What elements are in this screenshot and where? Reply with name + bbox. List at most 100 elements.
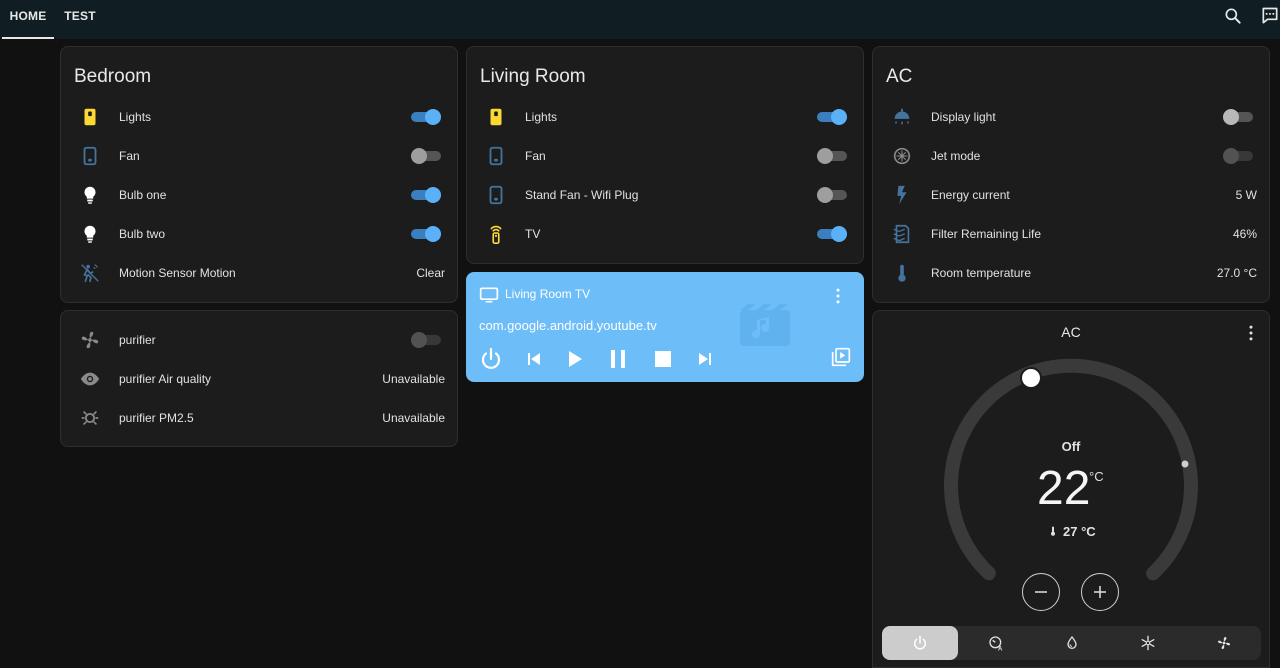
current-temperature-marker — [1181, 460, 1189, 468]
entity-name: purifier — [119, 333, 156, 347]
entity-row-purifier[interactable]: purifier — [73, 321, 445, 360]
entity-row-filter-life[interactable]: Filter Remaining Life 46% — [885, 215, 1257, 254]
card-title: Living Room — [480, 66, 586, 87]
card-title: Bedroom — [74, 66, 152, 87]
entity-row-tv[interactable]: TV — [479, 215, 851, 254]
entity-row-display-light[interactable]: Display light — [885, 98, 1257, 137]
decrease-temperature-button[interactable] — [1022, 573, 1060, 611]
media-player-title: Living Room TV — [505, 287, 591, 301]
toggle-switch[interactable] — [411, 226, 441, 242]
entity-row-stand-fan[interactable]: Stand Fan - Wifi Plug — [479, 176, 851, 215]
living-room-card: Living Room Lights Fan Stand Fan - Wifi … — [466, 46, 864, 264]
hvac-mode-bar: A — [882, 626, 1261, 660]
entity-row-bedroom-fan[interactable]: Fan — [73, 137, 445, 176]
motion-sensor-icon — [81, 264, 99, 283]
target-temperature: 22 — [1037, 462, 1091, 515]
more-options-icon[interactable] — [828, 286, 848, 306]
entity-name: purifier PM2.5 — [119, 411, 194, 425]
dry-icon — [1067, 635, 1077, 649]
media-player-card[interactable]: Living Room TV com.google.android.youtub… — [466, 272, 864, 382]
cool-icon — [1141, 635, 1155, 651]
entity-row-room-temperature[interactable]: Room temperature 27.0 °C — [885, 254, 1257, 293]
target-temperature-handle — [1020, 367, 1042, 389]
mode-off-button[interactable] — [882, 626, 958, 660]
ac-card: AC Display light Jet mode Energy current… — [872, 46, 1270, 303]
tab-test[interactable]: TEST — [62, 0, 98, 39]
entity-name: Room temperature — [931, 266, 1032, 280]
entity-name: Fan — [525, 149, 546, 163]
temperature-unit: °C — [1089, 469, 1104, 484]
entity-state: 5 W — [1235, 188, 1257, 202]
source-icon[interactable] — [831, 347, 851, 367]
entity-row-living-fan[interactable]: Fan — [479, 137, 851, 176]
toggle-switch[interactable] — [817, 109, 847, 125]
tab-home[interactable]: HOME — [2, 0, 54, 39]
entity-name: Energy current — [931, 188, 1010, 202]
thermometer-icon — [898, 264, 906, 282]
phone-switch-icon — [489, 146, 503, 166]
light-switch-icon — [490, 108, 502, 126]
entity-name: Display light — [931, 110, 996, 124]
entity-state: 27.0 °C — [1216, 266, 1257, 280]
pause-icon[interactable] — [606, 347, 630, 371]
media-app-name: com.google.android.youtube.tv — [479, 318, 657, 333]
assist-chat-icon[interactable] — [1260, 6, 1280, 26]
plus-icon — [1094, 586, 1106, 598]
entity-row-jet-mode[interactable]: Jet mode — [885, 137, 1257, 176]
current-temperature: 27 °C — [1063, 524, 1096, 539]
mode-fan-only-button[interactable] — [1186, 626, 1262, 660]
entity-row-energy-current[interactable]: Energy current 5 W — [885, 176, 1257, 215]
mode-cool-button[interactable] — [1110, 626, 1186, 660]
mode-auto-button[interactable]: A — [958, 626, 1034, 660]
bulb-icon — [84, 186, 96, 204]
hvac-mode-label: Off — [1061, 439, 1081, 454]
entity-row-purifier-pm25[interactable]: purifier PM2.5 Unavailable — [73, 399, 445, 438]
bulb-icon — [84, 225, 96, 243]
pm-sensor-icon — [81, 410, 99, 426]
entity-name: TV — [525, 227, 541, 241]
power-icon[interactable] — [479, 347, 503, 371]
entity-name: Lights — [119, 110, 152, 124]
toggle-switch[interactable] — [817, 148, 847, 164]
purifier-card: purifier purifier Air quality Unavailabl… — [60, 310, 458, 447]
increase-temperature-button[interactable] — [1081, 573, 1119, 611]
top-app-bar: HOME TEST — [0, 0, 1280, 39]
toggle-switch[interactable] — [411, 187, 441, 203]
toggle-switch[interactable] — [411, 332, 441, 348]
eye-icon — [80, 372, 100, 386]
fan-icon — [81, 331, 99, 349]
entity-name: Fan — [119, 149, 140, 163]
jet-icon — [893, 147, 911, 165]
ceiling-light-icon — [894, 108, 910, 125]
previous-icon[interactable] — [522, 347, 546, 371]
entity-state: 46% — [1232, 227, 1257, 241]
lightning-icon — [897, 185, 907, 205]
stop-icon[interactable] — [651, 347, 675, 371]
toggle-switch[interactable] — [817, 187, 847, 203]
more-options-icon[interactable] — [1241, 323, 1261, 343]
play-icon[interactable] — [562, 347, 586, 371]
auto-icon: A — [989, 636, 1003, 651]
toggle-switch[interactable] — [411, 148, 441, 164]
entity-name: Lights — [525, 110, 558, 124]
minus-icon — [1035, 591, 1047, 593]
toggle-switch[interactable] — [1223, 148, 1253, 164]
thermostat-card: AC Off 22 °C 27 °C A — [872, 310, 1270, 668]
mode-dry-button[interactable] — [1034, 626, 1110, 660]
entity-state: Clear — [416, 266, 445, 280]
entity-row-bedroom-lights[interactable]: Lights — [73, 98, 445, 137]
entity-row-purifier-air-quality[interactable]: purifier Air quality Unavailable — [73, 360, 445, 399]
entity-row-bulb-two[interactable]: Bulb two — [73, 215, 445, 254]
entity-row-motion-sensor[interactable]: Motion Sensor Motion Clear — [73, 254, 445, 293]
next-icon[interactable] — [693, 347, 717, 371]
toggle-switch[interactable] — [817, 226, 847, 242]
entity-row-living-lights[interactable]: Lights — [479, 98, 851, 137]
toggle-switch[interactable] — [1223, 109, 1253, 125]
thermometer-icon — [1051, 526, 1055, 536]
entity-row-bulb-one[interactable]: Bulb one — [73, 176, 445, 215]
fan-only-icon — [1218, 637, 1230, 649]
search-icon[interactable] — [1223, 6, 1243, 26]
media-artwork-icon — [740, 304, 790, 346]
entity-name: Bulb one — [119, 188, 167, 202]
toggle-switch[interactable] — [411, 109, 441, 125]
